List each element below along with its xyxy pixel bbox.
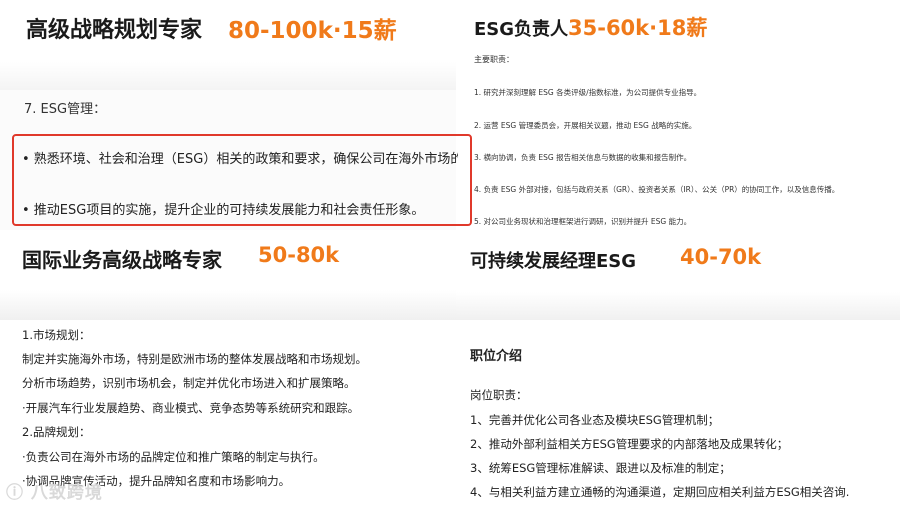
duty-item: 3. 横向协调，负责 ESG 报告相关信息与数据的收集和报告制作。 [474, 153, 692, 162]
duty-item: 4、与相关利益方建立通畅的沟通渠道，定期回应相关利益方ESG相关咨询. [470, 485, 850, 499]
section-heading: 7. ESG管理： [24, 102, 107, 117]
duty-item: 2、推动外部利益相关方ESG管理要求的内部落地及成果转化； [470, 437, 789, 451]
salary-label: 40-70k [680, 245, 762, 269]
card-shadow [456, 292, 900, 322]
job-title: 国际业务高级战略专家 [22, 248, 222, 272]
watermark: ⓘ 八致跨境 [6, 483, 103, 503]
job-title: 可持续发展经理ESG [470, 251, 637, 272]
duty-item: 5. 对公司业务现状和治理框架进行调研，识别并提升 ESG 能力。 [474, 217, 692, 226]
desc-line: 2.品牌规划： [22, 425, 91, 439]
card-shadow [0, 62, 456, 92]
salary-label: 50-80k [258, 243, 340, 267]
card-shadow [0, 290, 456, 322]
salary-label: 35-60k·18薪 [568, 16, 708, 40]
desc-line: ·负责公司在海外市场的品牌定位和推广策略的制定与执行。 [22, 450, 325, 464]
duty-item: 1. 研究并深刻理解 ESG 各类评级/指数标准，为公司提供专业指导。 [474, 88, 702, 97]
desc-line: ·开展汽车行业发展趋势、商业模式、竞争态势等系统研究和跟踪。 [22, 401, 360, 415]
duty-item: 2. 运营 ESG 管理委员会，开展相关议题，推动 ESG 战略的实施。 [474, 121, 697, 130]
desc-line: 1.市场规划： [22, 328, 91, 342]
duty-heading: 岗位职责： [470, 388, 528, 402]
job-title: ESG负责人 [474, 19, 569, 40]
desc-line: 制定并实施海外市场，特别是欧洲市场的整体发展战略和市场规划。 [22, 352, 367, 366]
bullet-line: • 熟悉环境、社会和治理（ESG）相关的政策和要求，确保公司在海外市场的运营 [22, 152, 458, 167]
section-heading: 主要职责： [474, 55, 514, 64]
duty-item: 4. 负责 ESG 外部对接，包括与政府关系（GR）、投资者关系（IR）、公关（… [474, 185, 840, 194]
bullet-line: • 推动ESG项目的实施，提升企业的可持续发展能力和社会责任形象。 [22, 203, 425, 218]
job-title: 高级战略规划专家 [26, 18, 203, 43]
duty-item: 1、完善并优化公司各业态及模块ESG管理机制； [470, 413, 720, 427]
duty-item: 3、统筹ESG管理标准解读、跟进以及标准的制定； [470, 461, 731, 475]
salary-label: 80-100k·15薪 [228, 18, 397, 44]
section-heading: 职位介绍 [470, 349, 523, 364]
desc-line: 分析市场趋势，识别市场机会，制定并优化市场进入和扩展策略。 [22, 376, 356, 390]
